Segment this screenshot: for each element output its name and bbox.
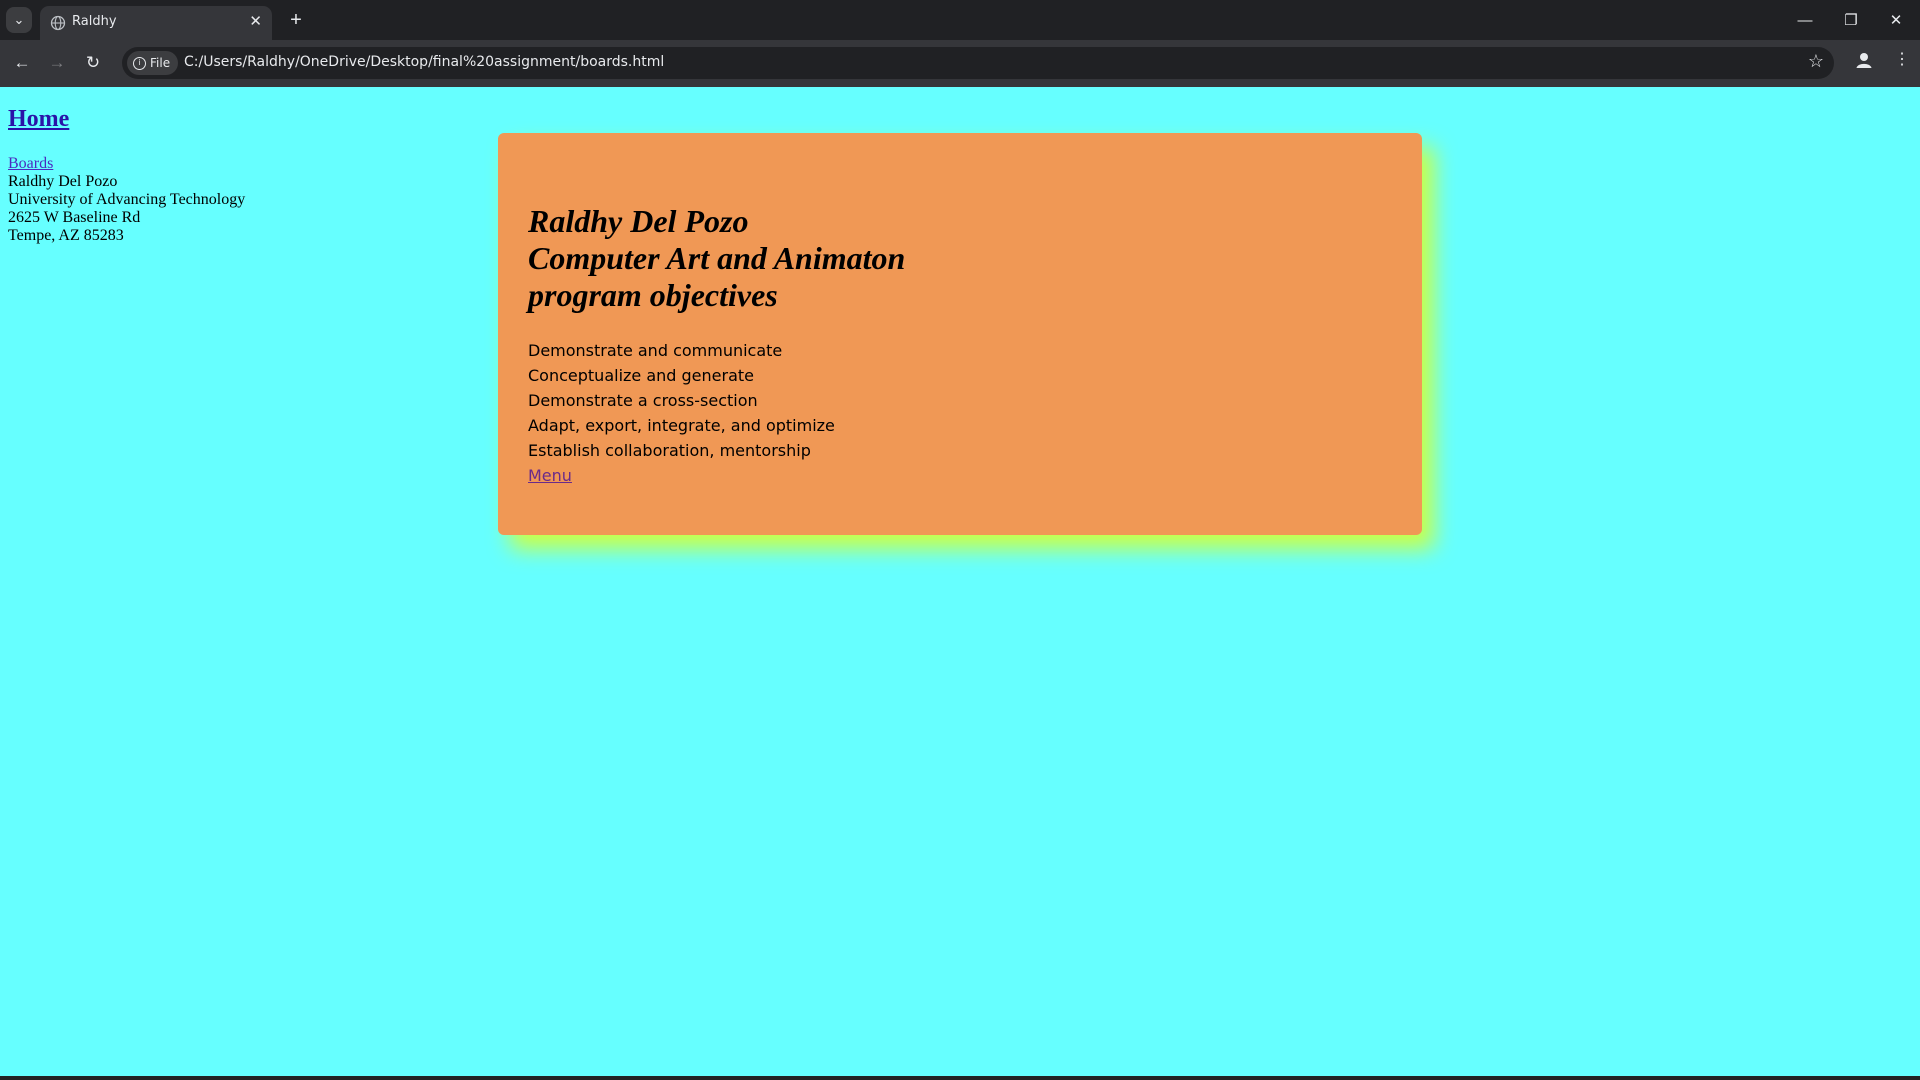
minimize-icon[interactable]: — <box>1793 8 1817 32</box>
browser-menu-icon[interactable]: ⋮ <box>1894 49 1910 69</box>
home-link[interactable]: Home <box>8 106 69 133</box>
reload-icon[interactable]: ↻ <box>80 50 106 76</box>
heading-line: Computer Art and Animaton <box>528 240 906 276</box>
sidebar-info: Boards Raldhy Del Pozo University of Adv… <box>8 155 245 245</box>
info-icon: i <box>133 56 146 70</box>
objective-item: Demonstrate a cross-section <box>528 391 758 410</box>
back-icon[interactable]: ← <box>9 50 35 76</box>
tab-search-icon[interactable]: ⌄ <box>6 7 32 33</box>
objectives-list: Demonstrate and communicate Conceptualiz… <box>528 338 835 488</box>
objectives-card: Raldhy Del Pozo Computer Art and Animato… <box>498 133 1422 535</box>
restore-icon[interactable]: ❐ <box>1839 8 1863 32</box>
objective-item: Demonstrate and communicate <box>528 341 783 360</box>
profile-icon[interactable] <box>1854 50 1874 70</box>
globe-icon <box>50 15 66 31</box>
heading-line: Raldhy Del Pozo <box>528 203 749 239</box>
sidebar-school: University of Advancing Technology <box>8 191 246 208</box>
taskbar-edge <box>0 1076 1920 1080</box>
url-text[interactable]: C:/Users/Raldhy/OneDrive/Desktop/final%2… <box>184 54 664 70</box>
boards-link[interactable]: Boards <box>8 155 53 172</box>
forward-icon[interactable]: → <box>44 50 70 76</box>
tab-title: Raldhy <box>72 14 117 29</box>
browser-chrome: ⌄ Raldhy ✕ + — ❐ ✕ ← → ↻ i File C:/Users… <box>0 0 1920 87</box>
tab-close-icon[interactable]: ✕ <box>249 12 262 30</box>
chip-label: File <box>150 56 171 70</box>
sidebar-name: Raldhy Del Pozo <box>8 173 118 190</box>
browser-tab[interactable]: Raldhy ✕ <box>40 6 272 40</box>
sidebar-city: Tempe, AZ 85283 <box>8 227 124 244</box>
bookmark-star-icon[interactable]: ☆ <box>1808 51 1824 72</box>
tab-strip: ⌄ Raldhy ✕ + — ❐ ✕ <box>0 0 1920 40</box>
card-heading: Raldhy Del Pozo Computer Art and Animato… <box>528 203 1128 314</box>
objective-item: Conceptualize and generate <box>528 366 755 385</box>
heading-line: program objectives <box>528 277 778 313</box>
page-content: Home Boards Raldhy Del Pozo University o… <box>0 87 1920 1080</box>
objective-item: Establish collaboration, mentorship <box>528 441 811 460</box>
close-window-icon[interactable]: ✕ <box>1884 8 1908 32</box>
sidebar-street: 2625 W Baseline Rd <box>8 209 141 226</box>
browser-toolbar: ← → ↻ i File C:/Users/Raldhy/OneDrive/De… <box>0 40 1920 87</box>
address-bar[interactable]: i File C:/Users/Raldhy/OneDrive/Desktop/… <box>122 47 1834 79</box>
site-info-chip[interactable]: i File <box>127 51 179 75</box>
menu-link[interactable]: Menu <box>528 466 572 485</box>
new-tab-icon[interactable]: + <box>282 6 310 34</box>
objective-item: Adapt, export, integrate, and optimize <box>528 416 835 435</box>
